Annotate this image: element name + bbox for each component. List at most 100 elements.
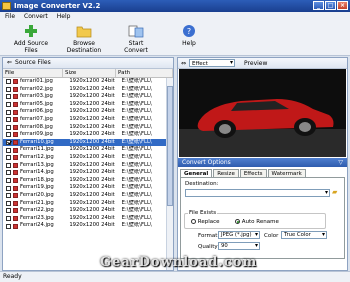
row-checkbox[interactable] — [6, 132, 11, 138]
menu-file[interactable]: File — [5, 12, 15, 22]
format-dropdown[interactable]: JPEG (*.jpg) — [218, 231, 260, 239]
file-size: 1920x1200 24bit — [69, 115, 115, 122]
row-checkbox[interactable] — [6, 155, 11, 161]
table-row[interactable]: ferrari03.jpg 1920x1200 24bit E:\壁纸\FLL\ — [3, 93, 173, 101]
row-checkbox[interactable] — [6, 124, 11, 130]
row-checkbox[interactable] — [6, 86, 11, 92]
row-checkbox[interactable] — [6, 94, 11, 100]
help-button[interactable]: ? Help — [178, 24, 200, 47]
table-row[interactable]: Ferrari22.jpg 1920x1200 24bit E:\壁纸\FLL\ — [3, 207, 173, 215]
file-size: 1920x1200 24bit — [69, 222, 115, 229]
effect-dropdown[interactable]: Effect — [189, 59, 236, 67]
image-file-icon — [12, 86, 18, 92]
preview-label: Preview — [244, 59, 268, 67]
convert-options-header[interactable]: Convert Options ▽ — [178, 158, 347, 167]
destination-input[interactable] — [185, 189, 330, 197]
row-checkbox[interactable] — [6, 79, 11, 85]
close-button[interactable]: × — [337, 1, 348, 10]
file-name: Ferrari24.jpg — [19, 222, 54, 229]
column-file[interactable]: File — [3, 69, 63, 77]
row-checkbox[interactable] — [6, 102, 11, 108]
image-file-icon — [12, 223, 18, 229]
table-row[interactable]: ferrari01.jpg 1920x1200 24bit E:\壁纸\FLL\ — [3, 78, 173, 86]
column-path[interactable]: Path — [116, 69, 173, 77]
file-name: Ferrari20.jpg — [19, 191, 54, 198]
table-row[interactable]: Ferrari19.jpg 1920x1200 24bit E:\壁纸\FLL\ — [3, 184, 173, 192]
table-row[interactable]: Ferrari20.jpg 1920x1200 24bit E:\壁纸\FLL\ — [3, 192, 173, 200]
table-row[interactable]: Ferrari18.jpg 1920x1200 24bit E:\壁纸\FLL\ — [3, 177, 173, 185]
table-row[interactable]: Ferrari14.jpg 1920x1200 24bit E:\壁纸\FLL\ — [3, 169, 173, 177]
maximize-button[interactable]: □ — [325, 1, 336, 10]
table-row[interactable]: ferrari05.jpg 1920x1200 24bit E:\壁纸\FLL\ — [3, 101, 173, 109]
file-name: Ferrari11.jpg — [19, 146, 54, 153]
row-checkbox[interactable] — [6, 170, 11, 176]
quality-dropdown[interactable]: 90 — [218, 242, 260, 250]
table-row[interactable]: Ferrari12.jpg 1920x1200 24bit E:\壁纸\FLL\ — [3, 154, 173, 162]
table-row[interactable]: Ferrari10.jpg 1920x1200 24bit E:\壁纸\FLL\ — [3, 138, 173, 147]
row-checkbox[interactable] — [6, 200, 11, 206]
row-checkbox[interactable] — [6, 185, 11, 191]
row-checkbox[interactable] — [6, 223, 11, 229]
table-row[interactable]: ferrari09.jpg 1920x1200 24bit E:\壁纸\FLL\ — [3, 131, 173, 139]
table-row[interactable]: Ferrari24.jpg 1920x1200 24bit E:\壁纸\FLL\ — [3, 222, 173, 230]
file-name: Ferrari14.jpg — [19, 169, 54, 176]
auto-rename-option[interactable]: Auto Rename — [235, 219, 279, 225]
row-checkbox[interactable] — [6, 117, 11, 123]
row-checkbox[interactable] — [6, 109, 11, 115]
collapse-icon[interactable]: ⇐ — [7, 58, 12, 68]
table-row[interactable]: ferrari06.jpg 1920x1200 24bit E:\壁纸\FLL\ — [3, 108, 173, 116]
color-label: Color — [264, 233, 279, 239]
convert-options-title: Convert Options — [182, 159, 231, 166]
app-icon — [2, 2, 11, 10]
row-checkbox[interactable] — [6, 162, 11, 168]
file-name: Ferrari23.jpg — [19, 214, 54, 221]
status-text: Ready — [3, 273, 22, 280]
row-checkbox[interactable] — [6, 178, 11, 184]
column-size[interactable]: Size — [63, 69, 116, 77]
color-dropdown[interactable]: True Color — [281, 231, 327, 239]
row-checkbox[interactable] — [6, 147, 11, 153]
file-size: 1920x1200 24bit — [69, 169, 115, 176]
table-row[interactable]: Ferrari13.jpg 1920x1200 24bit E:\壁纸\FLL\ — [3, 162, 173, 170]
table-row[interactable]: Ferrari11.jpg 1920x1200 24bit E:\壁纸\FLL\ — [3, 146, 173, 154]
format-label: Format — [198, 233, 218, 239]
row-checkbox[interactable] — [6, 193, 11, 199]
collapse-chevron-icon[interactable]: ▽ — [338, 158, 343, 167]
preview-image — [179, 69, 346, 157]
file-list-scrollbar[interactable] — [166, 78, 173, 270]
minimize-button[interactable]: _ — [313, 1, 324, 10]
table-row[interactable]: ferrari02.jpg 1920x1200 24bit E:\壁纸\FLL\ — [3, 86, 173, 94]
start-convert-button[interactable]: Start Convert — [118, 24, 154, 54]
expand-icon[interactable]: ⇔ — [181, 60, 186, 67]
source-files-header: ⇐ Source Files — [3, 58, 173, 69]
help-icon: ? — [183, 25, 195, 37]
image-file-icon — [12, 102, 18, 108]
help-label: Help — [182, 40, 196, 47]
source-files-panel: ⇐ Source Files File Size Path ferrari01.… — [2, 57, 174, 271]
start-convert-label: Start Convert — [124, 40, 148, 54]
menu-help[interactable]: Help — [57, 12, 71, 22]
image-file-icon — [12, 109, 18, 115]
row-checkbox[interactable] — [6, 208, 11, 214]
table-row[interactable]: Ferrari21.jpg 1920x1200 24bit E:\壁纸\FLL\ — [3, 200, 173, 208]
image-file-icon — [12, 79, 18, 85]
browse-folder-icon[interactable]: ▰ — [332, 188, 337, 196]
scrollbar-thumb[interactable] — [167, 86, 173, 206]
browse-destination-button[interactable]: Browse Destination — [60, 24, 108, 54]
preview-header: ⇔ Effect Preview — [178, 58, 347, 69]
table-row[interactable]: ferrari07.jpg 1920x1200 24bit E:\壁纸\FLL\ — [3, 116, 173, 124]
menu-convert[interactable]: Convert — [24, 12, 48, 22]
add-source-files-button[interactable]: Add Source Files — [10, 24, 52, 54]
image-file-icon — [12, 215, 18, 221]
file-exists-group: File Exists Replace Auto Rename — [184, 210, 326, 229]
image-file-icon — [12, 117, 18, 123]
table-row[interactable]: ferrari08.jpg 1920x1200 24bit E:\壁纸\FLL\ — [3, 124, 173, 132]
table-row[interactable]: Ferrari23.jpg 1920x1200 24bit E:\壁纸\FLL\ — [3, 215, 173, 223]
file-size: 1920x1200 24bit — [69, 153, 115, 160]
menu-bar: File Convert Help — [0, 12, 350, 22]
row-checkbox[interactable] — [6, 140, 11, 146]
auto-rename-radio[interactable] — [235, 219, 240, 224]
replace-option[interactable]: Replace — [191, 219, 220, 225]
replace-radio[interactable] — [191, 219, 196, 224]
row-checkbox[interactable] — [6, 215, 11, 221]
